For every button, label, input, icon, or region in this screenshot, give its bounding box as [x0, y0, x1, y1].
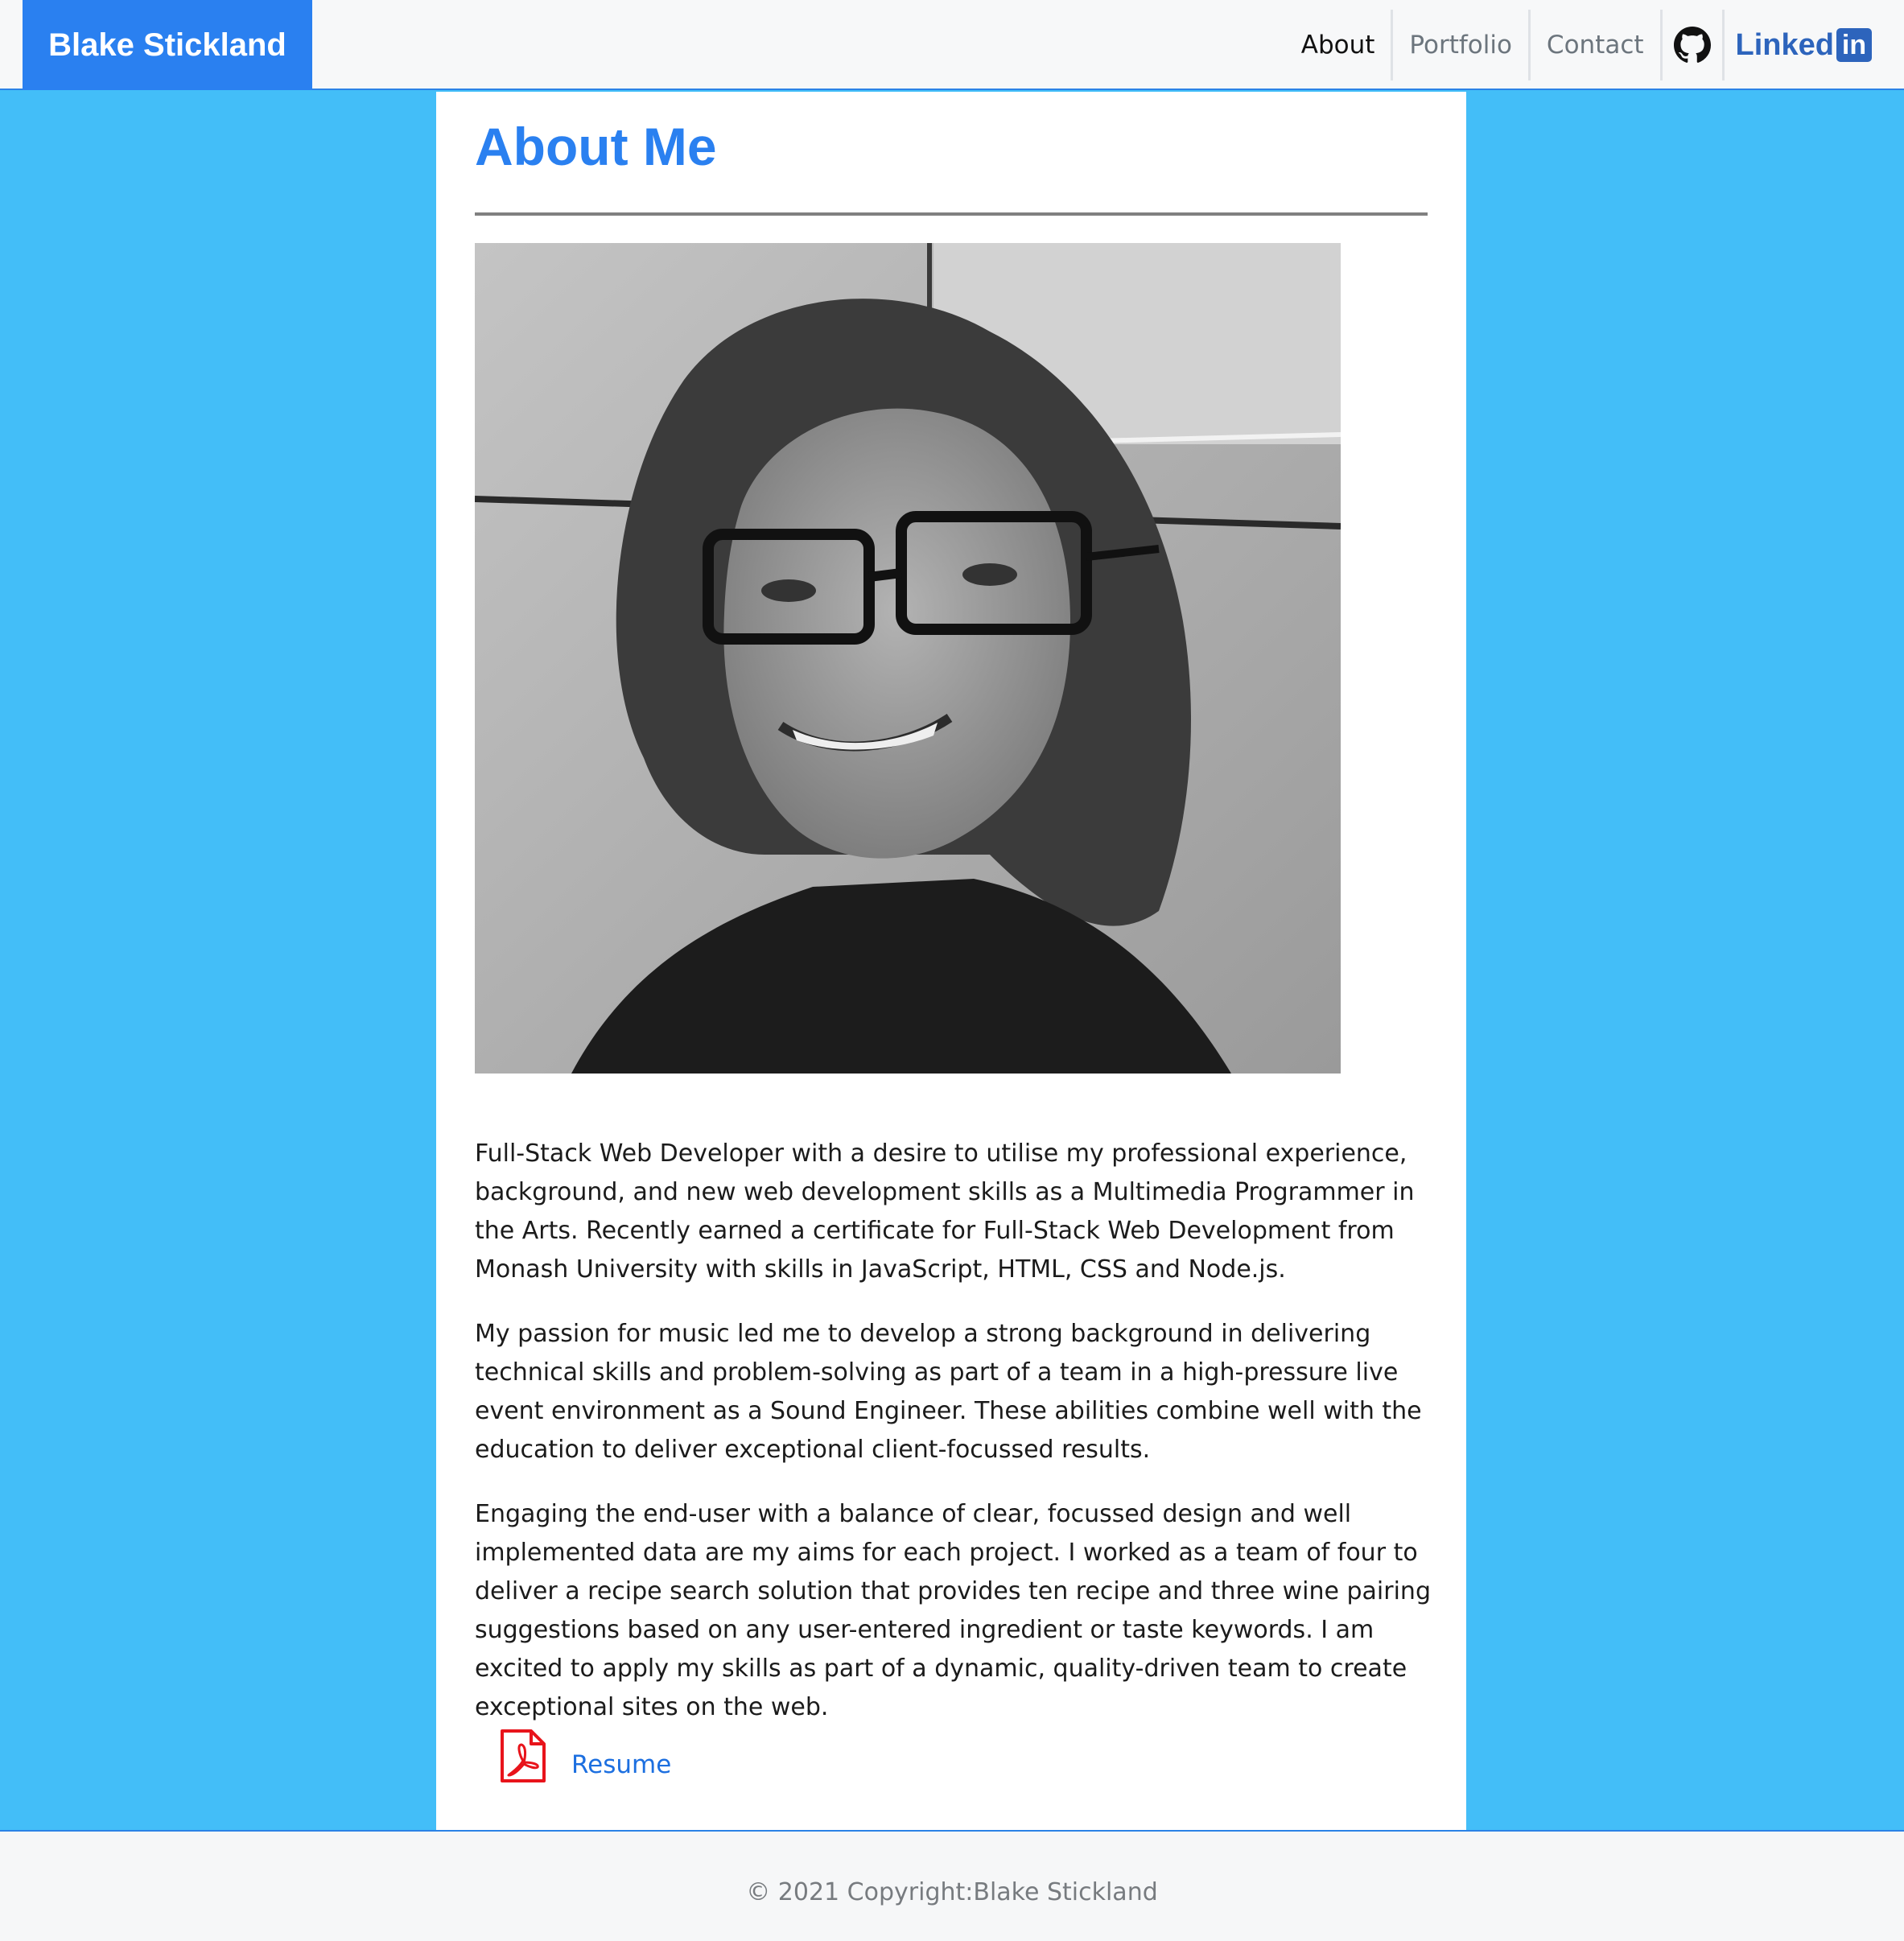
footer: © 2021 Copyright:Blake Stickland	[0, 1830, 1904, 1941]
bio-paragraph: Engaging the end-user with a balance of …	[475, 1500, 1431, 1721]
profile-photo-drawing	[475, 243, 1341, 1074]
nav-links: About Portfolio Contact Linked in	[1285, 10, 1872, 80]
profile-photo	[475, 243, 1341, 1074]
github-link[interactable]	[1663, 10, 1725, 80]
resume-link[interactable]: Resume	[499, 1729, 671, 1783]
linkedin-link[interactable]: Linked in	[1725, 10, 1872, 80]
nav-link-portfolio[interactable]: Portfolio	[1393, 10, 1531, 80]
about-card: About Me Full-Stack Web Developer with a…	[436, 92, 1466, 1830]
github-icon	[1673, 27, 1711, 63]
copyright-text: © 2021 Copyright:Blake Stickland	[746, 1877, 1158, 1906]
navbar: Blake Stickland About Portfolio Contact …	[0, 0, 1904, 90]
bio-paragraph: My passion for music led me to develop a…	[475, 1320, 1422, 1464]
linkedin-box: in	[1836, 28, 1872, 62]
linkedin-icon: Linked in	[1736, 28, 1872, 63]
page-title: About Me	[475, 117, 717, 176]
bio-text: Full-Stack Web Developer with a desire t…	[475, 1135, 1432, 1753]
resume-label: Resume	[571, 1750, 672, 1779]
bio-paragraph: Full-Stack Web Developer with a desire t…	[475, 1139, 1415, 1284]
brand-link[interactable]: Blake Stickland	[23, 0, 312, 90]
pdf-icon	[501, 1729, 546, 1782]
linkedin-word: Linked	[1735, 27, 1834, 62]
title-divider	[475, 212, 1428, 216]
nav-link-about[interactable]: About	[1285, 10, 1394, 80]
nav-link-contact[interactable]: Contact	[1531, 10, 1663, 80]
